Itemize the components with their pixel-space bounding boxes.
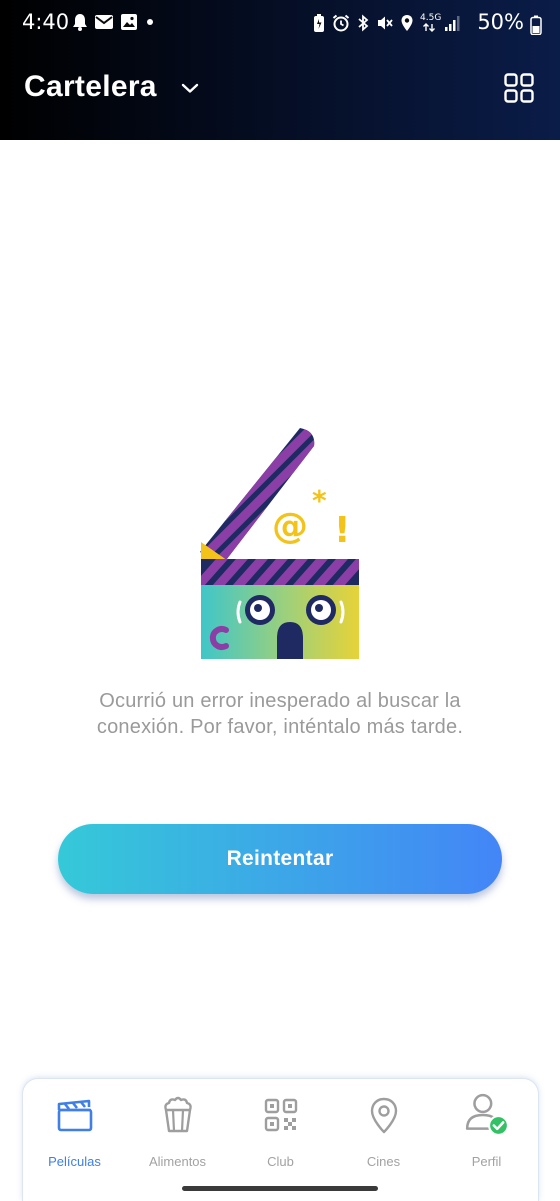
- nav-item-alimentos[interactable]: Alimentos: [126, 1079, 229, 1201]
- nav-label-cines: Cines: [366, 1154, 401, 1169]
- svg-text:!: !: [334, 510, 350, 551]
- app-header: 4:40 4.5G 50% Cartelera: [0, 0, 560, 140]
- more-notifications-dot-icon: [147, 19, 153, 25]
- image-icon: [121, 14, 137, 30]
- error-message: Ocurrió un error inesperado al buscar la…: [96, 690, 464, 738]
- battery-saver-icon: [314, 14, 324, 32]
- user-check-icon: [465, 1093, 509, 1136]
- popcorn-icon: [163, 1096, 192, 1133]
- signal-strength-icon: [445, 16, 460, 31]
- network-type-indicator: 4.5G: [420, 13, 442, 32]
- nav-label-alimentos: Alimentos: [148, 1154, 207, 1169]
- bluetooth-icon: [358, 14, 369, 32]
- data-arrows-icon: [423, 23, 435, 32]
- nav-label-club: Club: [267, 1154, 294, 1169]
- home-indicator[interactable]: [182, 1186, 378, 1191]
- notification-bell-icon: [73, 14, 87, 31]
- battery-percentage: 50%: [477, 10, 524, 34]
- nav-item-cines[interactable]: Cines: [332, 1079, 435, 1201]
- bottom-navigation: Películas Alimentos Club Cines Perfil: [22, 1078, 539, 1201]
- svg-text:*: *: [312, 484, 327, 517]
- mute-icon: [378, 16, 393, 30]
- status-bar: 4:40 4.5G 50%: [0, 0, 560, 48]
- clapperboard-error-illustration: @ * !: [200, 428, 359, 659]
- retry-button-label: Reintentar: [226, 847, 334, 870]
- grid-view-icon[interactable]: [504, 73, 534, 103]
- location-icon: [401, 15, 413, 31]
- qr-code-icon: [264, 1098, 297, 1132]
- nav-label-peliculas: Películas: [48, 1154, 101, 1169]
- alarm-icon: [332, 14, 350, 32]
- mail-icon: [95, 15, 113, 29]
- retry-button[interactable]: Reintentar: [58, 824, 502, 894]
- svg-text:@: @: [272, 506, 308, 547]
- network-type-label: 4.5G: [420, 13, 442, 23]
- nav-label-perfil: Perfil: [471, 1154, 502, 1169]
- nav-item-club[interactable]: Club: [229, 1079, 332, 1201]
- chevron-down-icon[interactable]: [178, 76, 202, 100]
- status-system-icons: 4.5G: [312, 13, 460, 33]
- status-time: 4:40: [22, 10, 70, 34]
- clapperboard-icon: [57, 1099, 92, 1132]
- page-title[interactable]: Cartelera: [24, 70, 157, 104]
- battery-icon: [530, 15, 542, 35]
- nav-item-peliculas[interactable]: Películas: [23, 1079, 126, 1201]
- map-pin-icon: [370, 1097, 397, 1134]
- status-notification-icons: [72, 13, 156, 31]
- nav-item-perfil[interactable]: Perfil: [435, 1079, 538, 1201]
